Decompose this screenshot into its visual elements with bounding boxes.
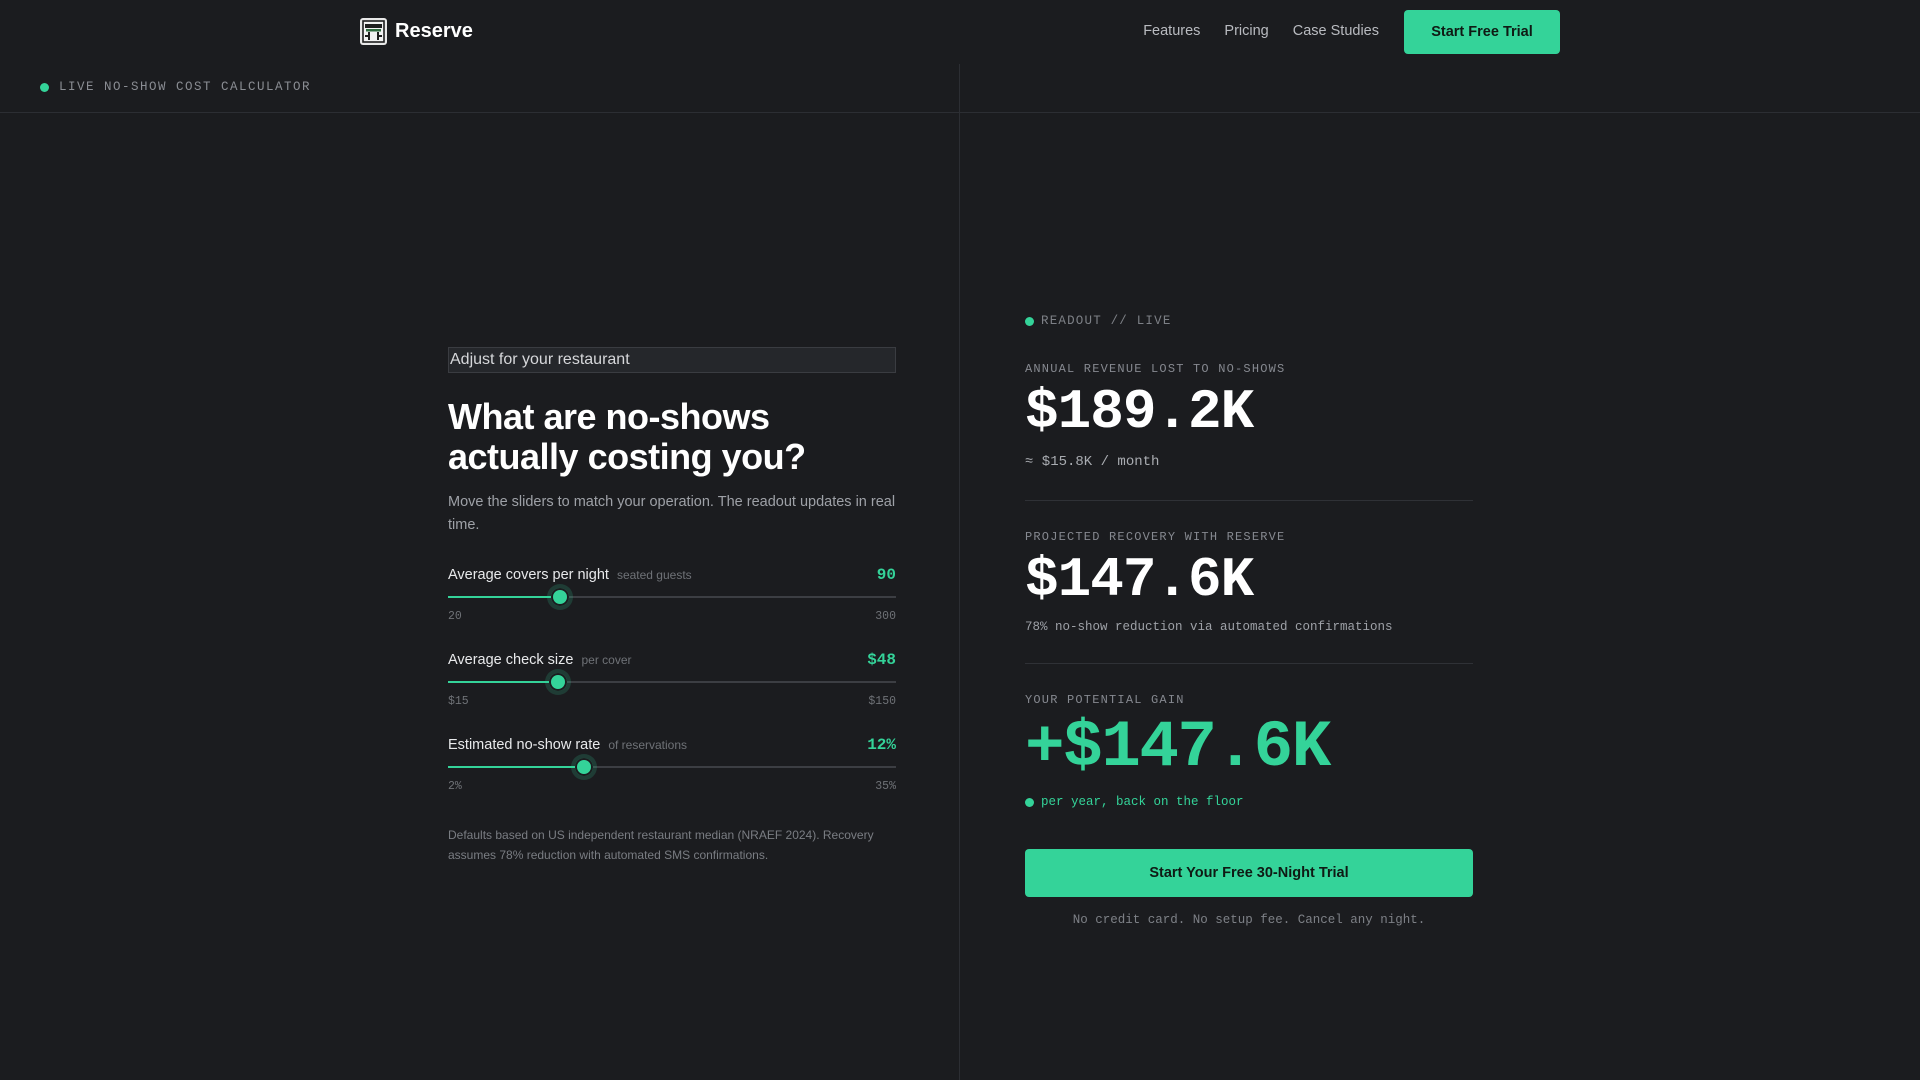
- calculator-strip: LIVE NO-SHOW COST CALCULATOR: [40, 80, 311, 94]
- slider-label: Average check size: [448, 652, 574, 668]
- cta-note: No credit card. No setup fee. Cancel any…: [1072, 913, 1426, 927]
- gain-value: +$147.6K: [1025, 710, 1331, 785]
- start-free-30-night-trial-button[interactable]: Start Your Free 30-Night Trial: [1025, 849, 1473, 897]
- slider-value: 12%: [867, 736, 896, 754]
- slider-label: Estimated no-show rate: [448, 737, 601, 753]
- slider-value: $48: [867, 651, 896, 669]
- readout-tag: READOUT // LIVE: [1025, 314, 1473, 328]
- gain-label: YOUR POTENTIAL GAIN: [1025, 693, 1185, 707]
- slider-fill: [448, 596, 560, 598]
- calculator-strip-label: LIVE NO-SHOW COST CALCULATOR: [59, 80, 312, 94]
- slider-max-label: 35%: [875, 780, 896, 793]
- slider-hint: of reservations: [608, 738, 688, 752]
- readout-panel: READOUT // LIVE ANNUAL REVENUE LOST TO N…: [1025, 314, 1473, 927]
- lost-revenue-label: ANNUAL REVENUE LOST TO NO-SHOWS: [1025, 362, 1286, 376]
- start-free-trial-button[interactable]: Start Free Trial: [1404, 10, 1560, 54]
- recovery-value: $147.6K: [1025, 548, 1254, 612]
- no-show-rate-slider[interactable]: [448, 758, 896, 776]
- live-dot-icon: [40, 82, 49, 92]
- page-title: What are no-shows actually costing you?: [448, 397, 896, 477]
- slider-thumb[interactable]: [548, 673, 567, 691]
- brand-name: Reserve: [395, 20, 473, 42]
- nav-link-features[interactable]: Features: [1143, 23, 1200, 39]
- panel-divider: [959, 64, 960, 1080]
- header-divider: [0, 112, 1920, 113]
- covers-slider-group: Average covers per night seated guests 90…: [448, 566, 896, 623]
- calculator-controls: Adjust for your restaurant What are no-s…: [448, 347, 896, 865]
- lost-revenue-monthly: ≈ $15.8K / month: [1025, 454, 1160, 470]
- slider-min-label: $15: [448, 695, 469, 708]
- brand[interactable]: Reserve: [360, 18, 473, 45]
- slider-min-label: 20: [448, 610, 462, 623]
- lost-revenue-value: $189.2K: [1025, 380, 1254, 444]
- slider-min-label: 2%: [448, 780, 462, 793]
- restaurant-table-icon: [360, 18, 387, 45]
- slider-value: 90: [876, 566, 896, 584]
- check-size-slider-group: Average check size per cover $48 $15 $150: [448, 651, 896, 708]
- slider-label: Average covers per night: [448, 567, 609, 583]
- slider-fill: [448, 766, 584, 768]
- slider-fill: [448, 681, 558, 683]
- headline-line-1: What are no-shows: [448, 396, 770, 437]
- top-nav: Reserve Features Pricing Case Studies St…: [0, 0, 1920, 64]
- slider-max-label: 300: [875, 610, 896, 623]
- defaults-footnote: Defaults based on US independent restaur…: [448, 828, 874, 862]
- slider-max-label: $150: [868, 695, 896, 708]
- live-dot-icon: [1025, 797, 1034, 807]
- live-dot-icon: [1025, 316, 1034, 326]
- nav-link-case-studies[interactable]: Case Studies: [1293, 23, 1379, 39]
- readout-divider: [1025, 663, 1473, 664]
- slider-thumb[interactable]: [574, 758, 593, 776]
- recovery-note: 78% no-show reduction via automated conf…: [1025, 620, 1393, 634]
- slider-hint: seated guests: [616, 568, 692, 582]
- section-eyebrow: Adjust for your restaurant: [448, 347, 896, 373]
- recovery-label: PROJECTED RECOVERY WITH RESERVE: [1025, 530, 1286, 544]
- slider-hint: per cover: [581, 653, 632, 667]
- covers-slider[interactable]: [448, 588, 896, 606]
- readout-tag-label: READOUT // LIVE: [1041, 314, 1172, 328]
- no-show-rate-slider-group: Estimated no-show rate of reservations 12…: [448, 736, 896, 793]
- check-size-slider[interactable]: [448, 673, 896, 691]
- readout-divider: [1025, 500, 1473, 501]
- section-subtitle: Move the sliders to match your operation…: [448, 494, 896, 533]
- headline-line-2: actually costing you?: [448, 436, 806, 477]
- slider-thumb[interactable]: [551, 588, 569, 606]
- gain-note: per year, back on the floor: [1025, 795, 1473, 809]
- gain-note-text: per year, back on the floor: [1041, 795, 1244, 809]
- nav-links: Features Pricing Case Studies: [1143, 23, 1379, 39]
- nav-link-pricing[interactable]: Pricing: [1224, 23, 1268, 39]
